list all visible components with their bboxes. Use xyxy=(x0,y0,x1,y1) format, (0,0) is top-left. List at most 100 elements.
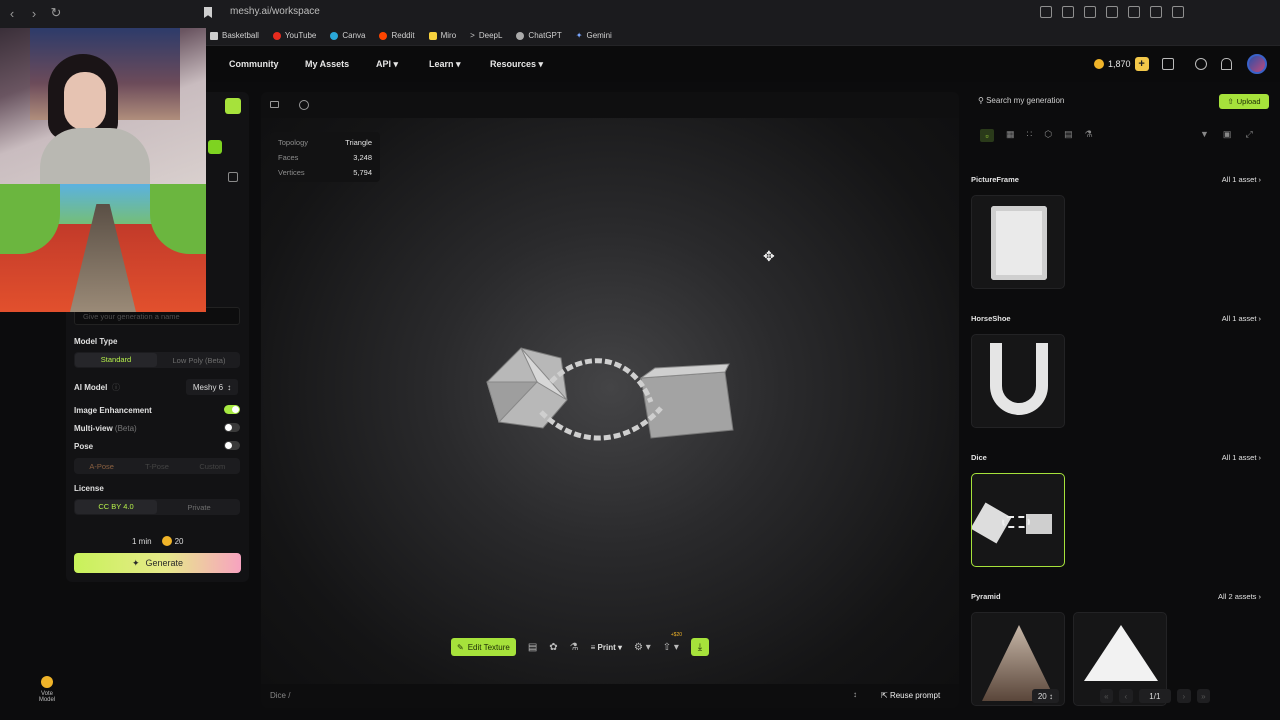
menu-icon[interactable] xyxy=(1172,6,1184,18)
vote-model-button[interactable]: Vote Model xyxy=(36,676,58,703)
upload-image-icon[interactable] xyxy=(225,98,241,114)
globe-icon[interactable] xyxy=(299,100,309,110)
search-input[interactable]: ⚲ Search my generation xyxy=(978,96,1064,105)
see-all-link[interactable]: All 1 asset › xyxy=(1222,314,1261,323)
download-button[interactable]: ⤓ xyxy=(690,638,709,656)
remesh-icon[interactable]: ⚙ ▾ xyxy=(634,642,651,653)
prev-page-icon[interactable]: ‹ xyxy=(1119,689,1133,703)
fullscreen-icon[interactable]: ⤢ xyxy=(1245,129,1252,140)
first-page-icon[interactable]: « xyxy=(1099,689,1114,703)
pose-toggle[interactable] xyxy=(224,441,240,450)
asset-card-dice[interactable] xyxy=(971,473,1065,567)
license-cc-by[interactable]: CC BY 4.0 xyxy=(75,500,157,514)
texture-icon[interactable]: ▤ xyxy=(528,642,537,653)
pose-label: Pose xyxy=(74,442,94,451)
ai-model-label: AI Model xyxy=(74,383,108,392)
sidebar-icon[interactable] xyxy=(1150,6,1162,18)
asset-card-horseshoe[interactable] xyxy=(971,334,1065,428)
brush-icon: ✎ xyxy=(457,642,464,652)
download-icon[interactable] xyxy=(1106,6,1118,18)
nav-learn[interactable]: Learn ▾ xyxy=(429,59,461,70)
edit-texture-button[interactable]: ✎ Edit Texture xyxy=(451,638,516,656)
grid-filter-icon[interactable]: ▦ xyxy=(1006,129,1015,142)
credits-display[interactable]: 1,870 + xyxy=(1094,57,1149,71)
image-enhancement-toggle[interactable] xyxy=(224,405,240,414)
asset-filters: ▫ ▦ ∷ ⬡ ▤ ⚗ xyxy=(980,129,1093,142)
select-icon[interactable]: ▣ xyxy=(1223,129,1232,140)
upload-button[interactable]: ⇧ Upload xyxy=(1219,94,1269,109)
print-button[interactable]: ≡ Print ▾ xyxy=(591,643,622,652)
reload-icon[interactable]: ↻ xyxy=(46,3,66,23)
page-size-select[interactable]: 20 ↕ xyxy=(1032,689,1059,703)
viewport-toolbar: ✎ Edit Texture ▤ ✿ ⚗ ≡ Print ▾ ⚙ ▾ ⇧ ▾ +$2… xyxy=(451,632,709,657)
asset-card-pictureframe[interactable] xyxy=(971,195,1065,289)
coin-icon xyxy=(1094,59,1104,69)
pagination: 20 ↕ « ‹ 1/1 › » xyxy=(1032,688,1211,704)
folder-filter-icon[interactable]: ▫ xyxy=(980,129,994,142)
rig-filter-icon[interactable]: ⚗ xyxy=(1085,129,1093,142)
nav-community[interactable]: Community xyxy=(229,59,279,69)
dots-filter-icon[interactable]: ∷ xyxy=(1027,129,1033,142)
rig-icon[interactable]: ⚗ xyxy=(570,642,579,653)
generate-button[interactable]: ✦ Generate xyxy=(74,553,241,573)
animate-icon[interactable]: ✿ xyxy=(549,642,557,653)
avatar[interactable] xyxy=(1247,54,1267,74)
pose-t[interactable]: T-Pose xyxy=(129,462,184,471)
model-viewport[interactable]: Topology Triangle Faces 3,248 Vertices 5,79… xyxy=(261,92,959,708)
last-page-icon[interactable]: » xyxy=(1196,689,1211,703)
see-all-link[interactable]: All 2 assets › xyxy=(1218,592,1261,601)
upload-icon: ⇧ xyxy=(1227,97,1234,106)
dice-model xyxy=(486,347,734,441)
extension-icon[interactable] xyxy=(1040,6,1052,18)
pose-options: A-Pose T-Pose Custom xyxy=(74,458,240,474)
info-icon[interactable]: ⓘ xyxy=(112,382,120,393)
reuse-prompt-button[interactable]: ⇱ Reuse prompt xyxy=(881,691,940,700)
miro-icon xyxy=(428,31,437,40)
see-all-link[interactable]: All 1 asset › xyxy=(1222,175,1261,184)
folder-icon xyxy=(210,31,218,40)
next-page-icon[interactable]: › xyxy=(1177,689,1191,703)
model-type-low-poly[interactable]: Low Poly (Beta) xyxy=(158,356,240,365)
cost-summary: 1 min 20 xyxy=(132,536,184,546)
nav-api[interactable]: API ▾ xyxy=(376,59,398,70)
vote-icon xyxy=(41,676,53,688)
ai-model-select[interactable]: Meshy 6 ↕ xyxy=(186,379,238,395)
multiview-label: Multi-view (Beta) xyxy=(74,424,137,433)
bookmark-reddit[interactable]: Reddit xyxy=(379,31,415,40)
help-icon[interactable] xyxy=(1195,58,1207,70)
bookmark-miro[interactable]: Miro xyxy=(428,31,456,40)
license-private[interactable]: Private xyxy=(158,503,240,512)
webcam-overlay xyxy=(0,28,206,184)
bookmark-chatgpt[interactable]: ChatGPT xyxy=(516,31,562,40)
bookmark-deepl[interactable]: > DeepL xyxy=(470,31,502,40)
bookmark-youtube[interactable]: YouTube xyxy=(272,31,316,40)
filter-icon[interactable]: ▼ xyxy=(1200,129,1209,140)
bookmark-gemini[interactable]: ✦ Gemini xyxy=(576,31,612,40)
image-icon[interactable] xyxy=(228,172,238,182)
expand-icon[interactable]: ↕ xyxy=(853,690,857,699)
extension-icon[interactable] xyxy=(1084,6,1096,18)
nav-my-assets[interactable]: My Assets xyxy=(305,59,349,69)
pose-a[interactable]: A-Pose xyxy=(74,462,129,471)
back-icon[interactable]: ‹ xyxy=(2,3,22,23)
bookmark-canva[interactable]: Canva xyxy=(330,31,365,40)
share-icon[interactable]: ⇧ ▾ +$20 xyxy=(663,632,682,653)
monitor-icon[interactable] xyxy=(270,101,279,108)
add-credits-button[interactable]: + xyxy=(1134,57,1149,71)
bell-icon[interactable] xyxy=(1221,58,1232,70)
cube-filter-icon[interactable]: ⬡ xyxy=(1044,129,1052,142)
multiview-toggle[interactable] xyxy=(224,423,240,432)
music-icon[interactable] xyxy=(1128,6,1140,18)
address-bar[interactable]: meshy.ai/workspace xyxy=(230,6,320,17)
see-all-link[interactable]: All 1 asset › xyxy=(1222,453,1261,462)
extension-icon[interactable] xyxy=(1062,6,1074,18)
model-type-standard[interactable]: Standard xyxy=(75,353,157,367)
pose-custom[interactable]: Custom xyxy=(185,462,240,471)
forward-icon[interactable]: › xyxy=(24,3,44,23)
gift-icon[interactable] xyxy=(1162,58,1174,70)
image-enhancement-label: Image Enhancement xyxy=(74,406,152,415)
nav-resources[interactable]: Resources ▾ xyxy=(490,59,543,70)
bookmark-basketball[interactable]: Basketball xyxy=(210,31,259,40)
chatgpt-icon xyxy=(516,31,525,40)
texture-filter-icon[interactable]: ▤ xyxy=(1064,129,1073,142)
